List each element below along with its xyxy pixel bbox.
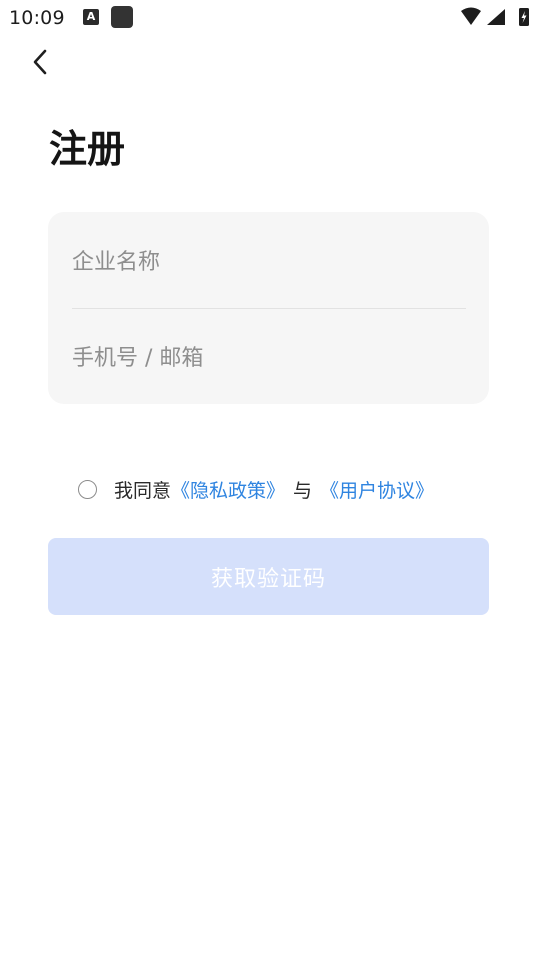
agree-radio-button[interactable] (78, 479, 97, 499)
registration-form-card (48, 212, 489, 406)
status-icons (461, 7, 529, 26)
agreement-row: 我同意 《隐私政策》 与 《用户协议》 (78, 473, 434, 505)
company-name-input[interactable] (72, 214, 466, 310)
chevron-left-icon (33, 49, 47, 75)
agreement-prefix: 我同意 (114, 479, 172, 502)
user-agreement-link[interactable]: 《用户协议》 (320, 476, 434, 503)
privacy-policy-link[interactable]: 《隐私政策》 (171, 476, 285, 503)
status-bar: 10:09 A (0, 0, 537, 36)
page-title: 注册 (49, 127, 126, 171)
field-divider (72, 308, 466, 309)
status-time: 10:09 (9, 7, 65, 29)
back-button[interactable] (26, 45, 58, 79)
phone-email-field (72, 310, 466, 406)
status-indicators (459, 6, 531, 28)
cellular-signal-icon (487, 9, 505, 25)
company-name-field (72, 214, 466, 310)
wifi-icon (461, 7, 481, 25)
notification-a-icon: A (83, 9, 99, 25)
get-verification-code-button[interactable]: 获取验证码 (48, 538, 489, 615)
agreement-conjunction: 与 (293, 479, 313, 502)
phone-email-input[interactable] (72, 310, 466, 406)
notification-app-icon (111, 6, 133, 28)
